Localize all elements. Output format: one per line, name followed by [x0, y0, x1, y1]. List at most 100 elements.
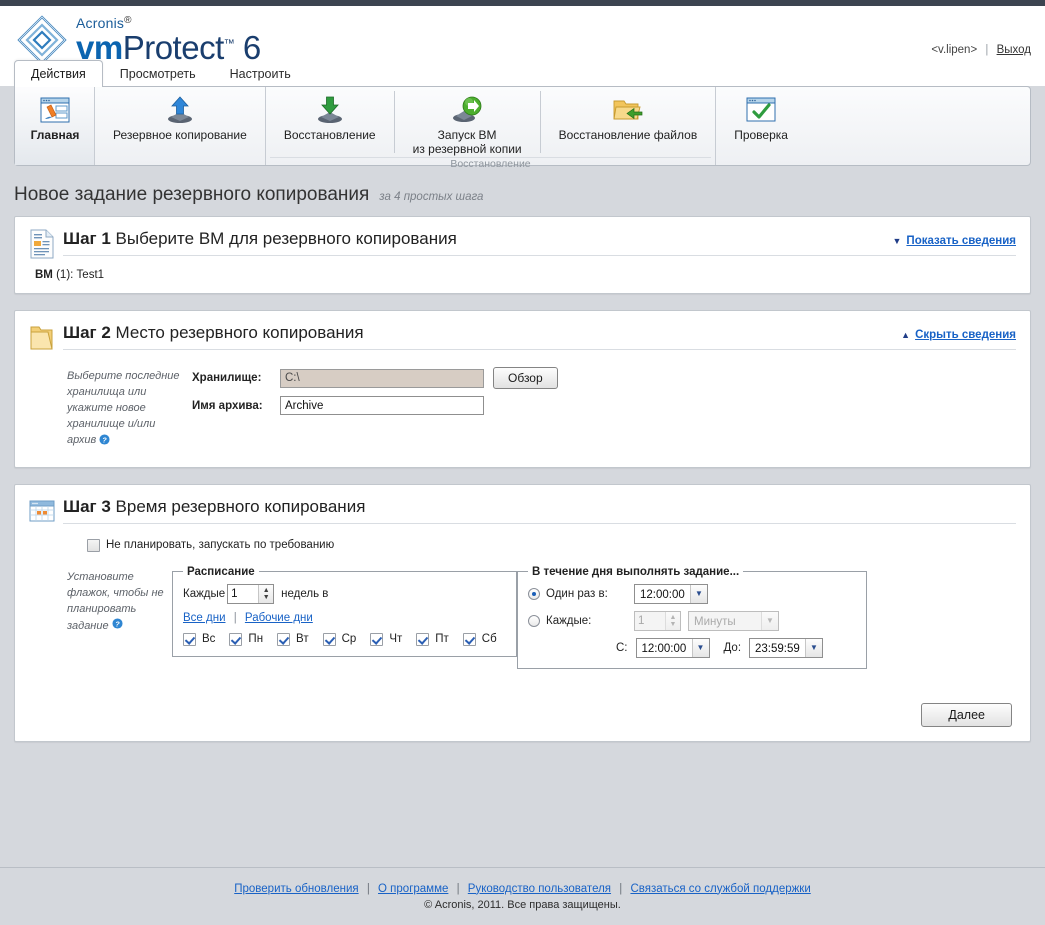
- once-time-value: 12:00:00: [640, 588, 685, 601]
- help-question-icon[interactable]: ?: [112, 617, 123, 632]
- weekday-sun[interactable]: Вс: [183, 632, 216, 646]
- weekday-sat-checkbox[interactable]: [462, 632, 476, 646]
- weekday-thu[interactable]: Чт: [370, 632, 403, 646]
- weekday-wed-checkbox[interactable]: [322, 632, 336, 646]
- ribbon-group-caption: Восстановление: [269, 156, 712, 172]
- tab-view-label: Просмотреть: [119, 67, 196, 81]
- weekday-mon-checkbox[interactable]: [229, 632, 243, 646]
- storage-label: Хранилище:: [192, 372, 262, 384]
- every-radio[interactable]: [528, 614, 540, 627]
- contact-support-link[interactable]: Связаться со службой поддержки: [630, 883, 810, 895]
- weekday-tue-checkbox[interactable]: [277, 632, 291, 646]
- once-radio[interactable]: [528, 587, 540, 600]
- main-tabs: Действия Просмотреть Настроить: [14, 59, 308, 87]
- from-to-row: С: 12:00:00 ▼ До: 23:59:59 ▼: [528, 637, 856, 658]
- ribbon-button-file-restore[interactable]: Восстановление файлов: [541, 87, 716, 157]
- chevron-down-icon[interactable]: ▼: [690, 584, 707, 603]
- weekday-tue-label: Вт: [296, 633, 309, 646]
- stepper-arrows-icon[interactable]: ▲ ▼: [665, 611, 680, 630]
- weekday-fri-label: Пт: [435, 633, 449, 646]
- footer-sep-1: |: [366, 882, 370, 895]
- workdays-link[interactable]: Рабочие дни: [245, 612, 313, 624]
- interval-input[interactable]: [635, 611, 665, 630]
- every-row[interactable]: Каждые: ▲▼ Минуты ▼: [528, 610, 856, 631]
- svg-text:?: ?: [103, 435, 108, 444]
- tab-configure[interactable]: Настроить: [213, 60, 308, 87]
- weekday-wed[interactable]: Ср: [322, 632, 356, 646]
- step2-toggle-details[interactable]: ▲ Скрыть сведения: [901, 329, 1016, 341]
- weekday-sat[interactable]: Сб: [462, 632, 497, 646]
- ribbon-group-restore: Восстановление Запуск ВМ из резервной ко…: [264, 87, 716, 170]
- tab-configure-label: Настроить: [229, 67, 291, 81]
- step2-toggle-link[interactable]: Скрыть сведения: [915, 329, 1016, 341]
- no-schedule-row[interactable]: Не планировать, запускать по требованию: [67, 537, 1016, 566]
- ribbon-restore-label: Восстановление: [283, 128, 376, 142]
- during-day-legend: В течение дня выполнять задание...: [532, 565, 740, 578]
- about-link[interactable]: О программе: [378, 883, 448, 895]
- weeks-label: недель в: [281, 587, 329, 600]
- copyright-text: © Acronis, 2011. Все права защищены.: [424, 898, 621, 911]
- chevron-down-icon[interactable]: ▼: [761, 611, 778, 630]
- all-days-link[interactable]: Все дни: [183, 612, 226, 624]
- ribbon-button-run-vm[interactable]: Запуск ВМ из резервной копии: [395, 87, 540, 157]
- page-subtitle: за 4 простых шага: [379, 191, 484, 203]
- storage-input[interactable]: [280, 368, 484, 388]
- step1-toggle-link[interactable]: Показать сведения: [906, 235, 1016, 247]
- chevron-down-icon[interactable]: ▼: [691, 638, 709, 657]
- step1-toggle-details[interactable]: ▼ Показать сведения: [893, 235, 1017, 247]
- stepper-arrows-icon[interactable]: ▲ ▼: [258, 584, 274, 603]
- tab-view[interactable]: Просмотреть: [103, 60, 213, 87]
- step3-body: Не планировать, запускать по требованию …: [15, 527, 1030, 685]
- step2-title: Шаг 2 Место резервного копирования: [63, 323, 364, 343]
- weekday-fri[interactable]: Пт: [416, 632, 449, 646]
- weekday-fri-checkbox[interactable]: [416, 632, 430, 646]
- once-row[interactable]: Один раз в: 12:00:00 ▼: [528, 583, 856, 604]
- tab-actions[interactable]: Действия: [14, 60, 103, 87]
- step3-title: Шаг 3 Время резервного копирования: [63, 497, 365, 517]
- interval-unit-combo[interactable]: Минуты ▼: [688, 610, 779, 631]
- from-label: С:: [616, 641, 628, 654]
- step1-title-text: Выберите ВМ для резервного копирования: [115, 229, 457, 248]
- step3-actions: Далее: [15, 685, 1030, 741]
- ribbon-file-restore-label: Восстановление файлов: [558, 128, 698, 142]
- step2-header: Шаг 2 Место резервного копирования ▲ Скр…: [15, 311, 1030, 353]
- step3-headline: Шаг 3 Время резервного копирования: [63, 497, 1016, 524]
- weekday-thu-label: Чт: [389, 633, 403, 646]
- logout-link[interactable]: Выход: [997, 44, 1031, 56]
- from-time-combo[interactable]: 12:00:00 ▼: [635, 637, 710, 658]
- archive-name-input[interactable]: [280, 396, 484, 415]
- help-question-icon[interactable]: ?: [99, 434, 110, 451]
- once-time-combo[interactable]: 12:00:00 ▼: [634, 583, 708, 604]
- ribbon-button-restore[interactable]: Восстановление: [266, 87, 394, 157]
- validate-checkmark-window-icon: [746, 94, 776, 126]
- ribbon-button-home[interactable]: Главная: [15, 87, 95, 165]
- step3-panel: Шаг 3 Время резервного копирования Не пл…: [14, 483, 1031, 742]
- step2-hint: Выберите последние хранилища или укажите…: [67, 367, 192, 451]
- interval-unit-value: Минуты: [694, 615, 736, 628]
- weekday-mon[interactable]: Пн: [229, 632, 263, 646]
- step2-hint-text: Выберите последние хранилища или укажите…: [67, 370, 180, 446]
- weeks-input[interactable]: [228, 584, 259, 603]
- ribbon-button-backup[interactable]: Резервное копирование: [95, 87, 265, 165]
- weekday-sat-label: Сб: [481, 633, 497, 646]
- step1-panel: Шаг 1 Выберите ВМ для резервного копиров…: [14, 216, 1031, 294]
- next-button[interactable]: Далее: [921, 702, 1012, 727]
- weekday-sun-checkbox[interactable]: [183, 632, 196, 646]
- weekday-tue[interactable]: Вт: [277, 632, 309, 646]
- weekday-sun-label: Вс: [202, 633, 216, 646]
- ribbon-button-validate[interactable]: Проверка: [715, 87, 806, 165]
- footer-links: Проверить обновления | О программе | Рук…: [234, 883, 811, 895]
- ribbon-run-vm-label: Запуск ВМ из резервной копии: [413, 128, 522, 157]
- weekday-thu-checkbox[interactable]: [370, 632, 384, 646]
- archive-label: Имя архива:: [192, 399, 263, 412]
- weeks-stepper[interactable]: ▲▼: [227, 583, 275, 604]
- to-time-combo[interactable]: 23:59:59 ▼: [749, 637, 824, 658]
- no-schedule-checkbox[interactable]: [87, 538, 100, 552]
- browse-button[interactable]: Обзор: [493, 367, 558, 389]
- folder-icon: [29, 323, 55, 353]
- user-guide-link[interactable]: Руководство пользователя: [468, 883, 611, 895]
- page-title: Новое задание резервного копирования за …: [14, 184, 1045, 206]
- interval-stepper[interactable]: ▲▼: [634, 610, 681, 631]
- chevron-down-icon[interactable]: ▼: [805, 638, 823, 657]
- check-updates-link[interactable]: Проверить обновления: [234, 883, 358, 895]
